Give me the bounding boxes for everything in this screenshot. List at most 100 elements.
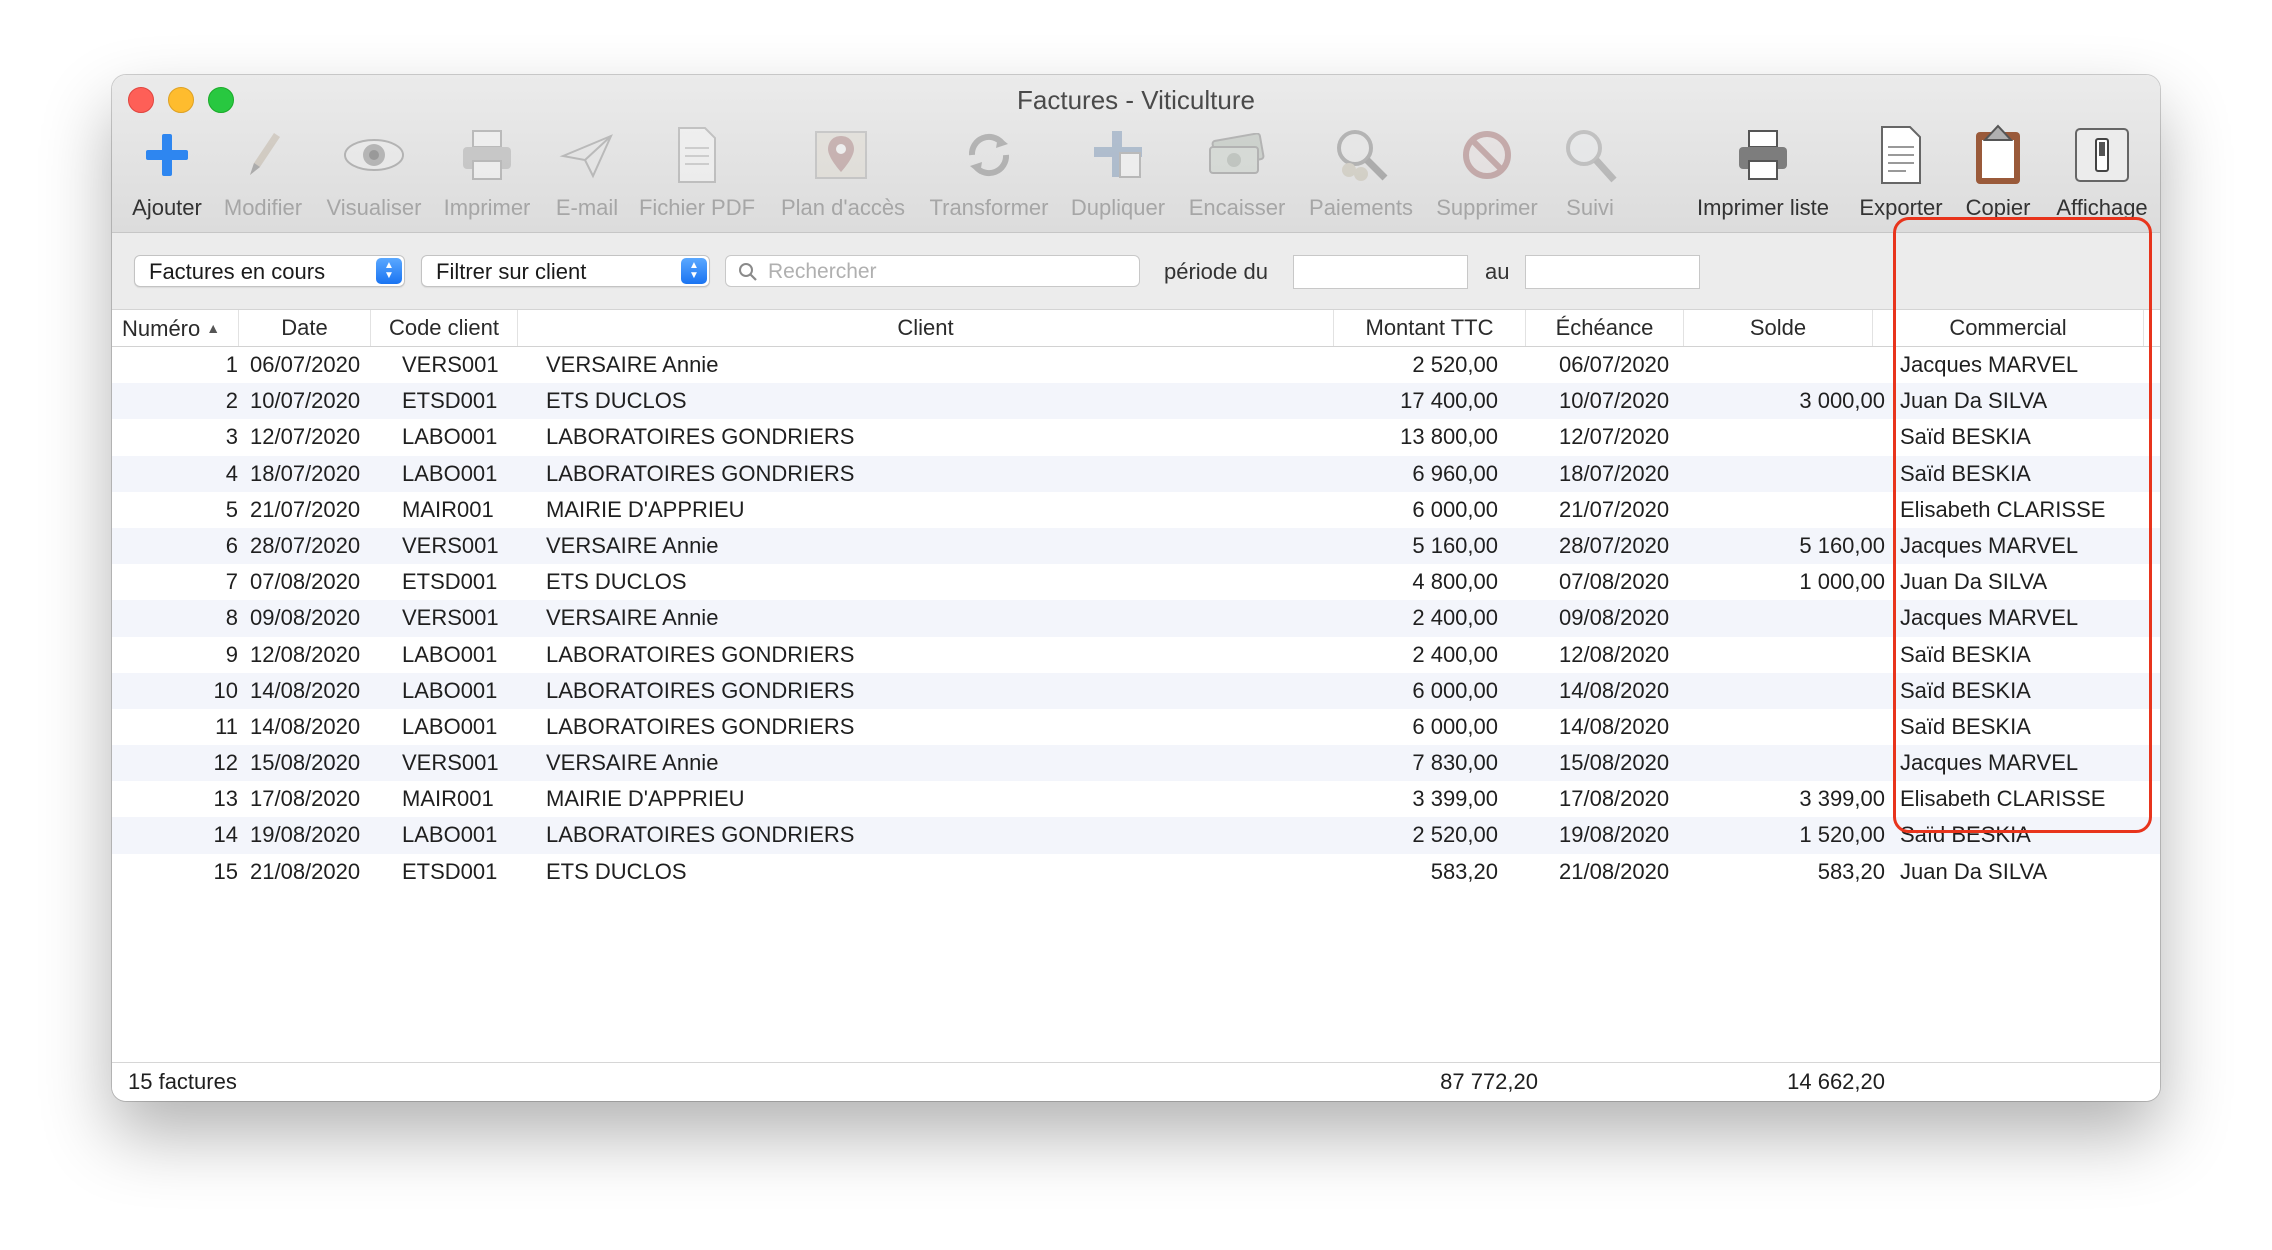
payments-label: Paiements [1309, 195, 1413, 220]
cell-due-date: 06/07/2020 [1559, 352, 1670, 377]
cell-salesperson: Juan Da SILVA [1900, 569, 2048, 595]
column-header-salesperson[interactable]: Commercial [1873, 310, 2144, 346]
email-button[interactable]: E-mail [527, 123, 647, 221]
cell-amount: 6 960,00 [1412, 460, 1498, 486]
cell-client-code: MAIR001 [402, 496, 494, 522]
cell-client: ETS DUCLOS [546, 388, 687, 414]
table-row[interactable]: 4 18/07/2020 LABO001 LABORATOIRES GONDRIERS… [112, 455, 2160, 492]
table-row[interactable]: 14 19/08/2020 LABO001 LABORATOIRES GONDRIER… [112, 817, 2160, 854]
cash-in-button[interactable]: Encaisser [1177, 123, 1297, 221]
cell-number: 13 [213, 786, 238, 812]
cell-amount: 2 520,00 [1412, 822, 1498, 848]
cell-number: 11 [215, 713, 238, 739]
cell-client-code: LABO001 [402, 424, 498, 450]
table-row[interactable]: 12 15/08/2020 VERS001 VERSAIRE Annie 7 830,0… [112, 745, 2160, 782]
period-end-field[interactable] [1525, 255, 1700, 289]
column-header-numero[interactable]: Numéro ▲ [112, 310, 239, 346]
cell-date: 14/08/2020 [250, 713, 361, 739]
column-header-due-date[interactable]: Échéance [1526, 310, 1684, 346]
table-row[interactable]: 8 09/08/2020 VERS001 VERSAIRE Annie 2 400,00… [112, 600, 2160, 637]
edit-button[interactable]: Modifier [203, 123, 323, 221]
table-row[interactable]: 15 21/08/2020 ETSD001 ETS DUCLOS 583,20 21/08… [112, 854, 2160, 890]
table-row[interactable]: 11 14/08/2020 LABO001 LABORATOIRES GONDRIER… [112, 709, 2160, 745]
cell-balance: 5 160,00 [1799, 532, 1885, 558]
view-button[interactable]: Visualiser [314, 123, 434, 221]
cell-client: LABORATOIRES GONDRIERS [546, 822, 855, 848]
cell-client-code: ETSD001 [402, 569, 498, 595]
total-amount: 87 772,20 [1440, 1069, 1538, 1094]
paper-plane-icon [555, 123, 619, 187]
table-row[interactable]: 3 12/07/2020 LABO001 LABORATOIRES GONDRIERS… [112, 419, 2160, 455]
chevron-updown-icon: ▲ ▼ [376, 258, 402, 284]
cell-salesperson: Juan Da SILVA [1900, 388, 2048, 414]
copy-button[interactable]: Copier [1938, 123, 2058, 221]
search-input[interactable] [766, 258, 1130, 286]
cell-salesperson: Juan Da SILVA [1900, 858, 2048, 884]
cell-salesperson: Jacques MARVEL [1900, 605, 2079, 631]
cell-due-date: 10/07/2020 [1559, 388, 1670, 414]
transform-button[interactable]: Transformer [929, 123, 1049, 221]
cell-client-code: VERS001 [402, 532, 499, 558]
display-toggle-icon [2070, 123, 2134, 187]
table-row[interactable]: 9 12/08/2020 LABO001 LABORATOIRES GONDRIERS… [112, 637, 2160, 673]
cell-client-code: LABO001 [402, 641, 498, 667]
follow-up-button[interactable]: Suivi [1530, 123, 1650, 221]
table-row[interactable]: 1 06/07/2020 VERS001 VERSAIRE Annie 2 520,00… [112, 347, 2160, 383]
cell-due-date: 28/07/2020 [1559, 532, 1670, 558]
cell-due-date: 18/07/2020 [1559, 460, 1670, 486]
print-list-button[interactable]: Imprimer liste [1683, 123, 1843, 221]
cell-client-code: ETSD001 [402, 388, 498, 414]
cell-number: 15 [213, 858, 238, 884]
access-map-button[interactable]: Plan d'accès [781, 123, 906, 221]
table-row[interactable]: 10 14/08/2020 LABO001 LABORATOIRES GONDRIER… [112, 672, 2160, 709]
delete-label: Supprimer [1436, 195, 1538, 220]
cell-due-date: 21/08/2020 [1559, 858, 1670, 884]
status-select[interactable]: Factures en cours ▲ ▼ [134, 255, 405, 287]
magnifier-coins-icon [1329, 123, 1393, 187]
cell-amount: 2 400,00 [1412, 605, 1498, 631]
column-header-date[interactable]: Date [239, 310, 371, 346]
cell-client-code: LABO001 [402, 822, 498, 848]
email-label: E-mail [555, 195, 619, 220]
table-row[interactable]: 2 10/07/2020 ETSD001 ETS DUCLOS 17 400,00 10/… [112, 383, 2160, 420]
cell-due-date: 07/08/2020 [1559, 569, 1670, 595]
duplicate-button[interactable]: Dupliquer [1058, 123, 1178, 221]
cell-number: 4 [225, 460, 238, 486]
access-map-label: Plan d'accès [781, 195, 906, 220]
table-row[interactable]: 5 21/07/2020 MAIR001 MAIRIE D'APPRIEU 6 000,… [112, 492, 2160, 528]
cell-date: 21/07/2020 [250, 496, 361, 522]
print-list-label: Imprimer liste [1696, 195, 1829, 220]
cell-amount: 3 399,00 [1412, 786, 1498, 812]
cell-balance: 3 000,00 [1799, 388, 1885, 414]
column-header-client[interactable]: Client [518, 310, 1334, 346]
column-header-amount[interactable]: Montant TTC [1334, 310, 1526, 346]
cell-number: 12 [213, 750, 238, 776]
cell-salesperson: Saïd BESKIA [1900, 677, 2031, 703]
cell-salesperson: Saïd BESKIA [1900, 424, 2031, 450]
cell-number: 8 [225, 605, 238, 631]
map-pin-icon [809, 123, 873, 187]
column-header-client-code[interactable]: Code client [371, 310, 518, 346]
magnifier-icon [1558, 123, 1622, 187]
column-header-balance[interactable]: Solde [1684, 310, 1873, 346]
cell-salesperson: Jacques MARVEL [1900, 532, 2079, 558]
table-row[interactable]: 7 07/08/2020 ETSD001 ETS DUCLOS 4 800,00 07/0… [112, 564, 2160, 600]
pdf-label: Fichier PDF [638, 195, 756, 220]
table-row[interactable]: 6 28/07/2020 VERS001 VERSAIRE Annie 5 160,00… [112, 527, 2160, 565]
pdf-button[interactable]: Fichier PDF [637, 123, 757, 221]
cell-date: 18/07/2020 [250, 460, 361, 486]
cycle-icon [957, 123, 1021, 187]
cell-client-code: LABO001 [402, 677, 498, 703]
client-select[interactable]: Filtrer sur client ▲ ▼ [421, 255, 710, 287]
table-row[interactable]: 13 17/08/2020 MAIR001 MAIRIE D'APPRIEU 3 399… [112, 781, 2160, 817]
follow-up-label: Suivi [1566, 195, 1614, 220]
display-button[interactable]: Affichage [2042, 123, 2160, 221]
cell-client: ETS DUCLOS [546, 569, 687, 595]
period-start-field[interactable] [1293, 255, 1468, 289]
cell-amount: 13 800,00 [1400, 424, 1498, 450]
cell-due-date: 17/08/2020 [1559, 786, 1670, 812]
search-field[interactable] [725, 255, 1140, 287]
delete-button[interactable]: Supprimer [1427, 123, 1547, 221]
payments-button[interactable]: Paiements [1301, 123, 1421, 221]
total-balance: 14 662,20 [1787, 1069, 1885, 1094]
